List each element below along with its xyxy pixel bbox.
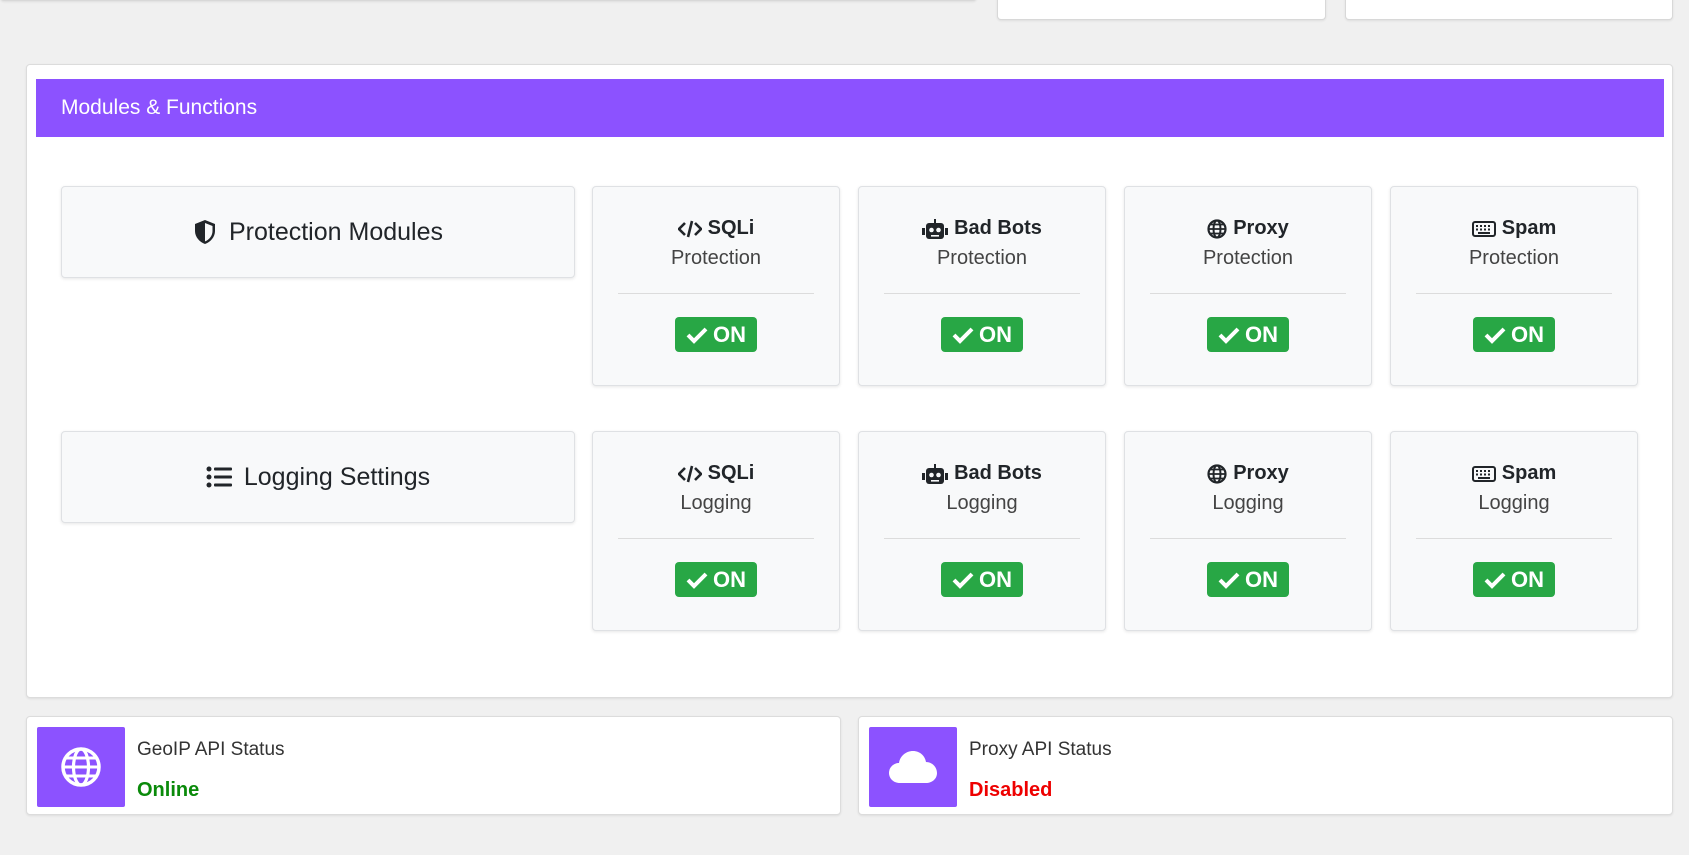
status-badge[interactable]: ON [1207, 317, 1289, 352]
divider [884, 538, 1080, 539]
top-stat-card-partial [1345, 0, 1673, 20]
divider [618, 538, 814, 539]
check-icon [686, 571, 708, 589]
code-icon [677, 220, 702, 238]
divider [1416, 293, 1612, 294]
geoip-api-status-card: GeoIP API Status Online [26, 716, 841, 815]
check-icon [686, 326, 708, 344]
status-text: ON [979, 566, 1012, 592]
module-card-badbots-protection: Bad Bots Protection ON [858, 186, 1106, 386]
robot-icon [922, 463, 949, 484]
status-badge[interactable]: ON [675, 562, 757, 597]
check-icon [952, 571, 974, 589]
module-subtitle: Logging [680, 492, 752, 514]
modules-functions-card: Modules & Functions Protection Modules S… [26, 64, 1673, 698]
divider [884, 293, 1080, 294]
module-title: Proxy [1233, 217, 1289, 239]
module-subtitle: Logging [1212, 492, 1284, 514]
module-card-spam-logging: Spam Logging ON [1390, 431, 1638, 631]
globe-icon [1207, 463, 1227, 484]
modules-header: Modules & Functions [36, 79, 1664, 137]
cloud-icon [869, 727, 957, 807]
status-badge[interactable]: ON [1473, 317, 1555, 352]
status-text: ON [713, 321, 746, 347]
module-title: Spam [1501, 462, 1557, 484]
divider [1150, 293, 1346, 294]
status-text: ON [1245, 321, 1278, 347]
check-icon [1218, 571, 1240, 589]
api-status-text: Online [137, 779, 200, 801]
status-badge[interactable]: ON [941, 562, 1023, 597]
module-subtitle: Protection [1468, 247, 1560, 269]
list-icon [206, 466, 232, 488]
section-title: Protection Modules [228, 217, 443, 246]
divider [1150, 538, 1346, 539]
keyboard-icon [1471, 465, 1496, 482]
module-subtitle: Protection [936, 247, 1028, 269]
status-text: ON [1245, 566, 1278, 592]
module-subtitle: Protection [670, 247, 762, 269]
keyboard-icon [1471, 220, 1496, 237]
module-subtitle: Logging [1478, 492, 1550, 514]
check-icon [1484, 571, 1506, 589]
module-card-badbots-logging: Bad Bots Logging ON [858, 431, 1106, 631]
check-icon [952, 326, 974, 344]
shield-icon [193, 219, 217, 245]
top-stat-card-partial [997, 0, 1326, 20]
api-label: Proxy API Status [969, 739, 1112, 760]
protection-modules-label: Protection Modules [61, 186, 575, 278]
logging-settings-label: Logging Settings [61, 431, 575, 523]
module-title: Proxy [1233, 462, 1289, 484]
divider [618, 293, 814, 294]
check-icon [1218, 326, 1240, 344]
module-subtitle: Protection [1202, 247, 1294, 269]
api-label: GeoIP API Status [137, 739, 285, 760]
module-title: SQLi [707, 462, 755, 484]
robot-icon [922, 218, 949, 239]
code-icon [677, 465, 702, 483]
status-text: ON [713, 566, 746, 592]
module-card-sqli-protection: SQLi Protection ON [592, 186, 840, 386]
module-subtitle: Logging [946, 492, 1018, 514]
module-title: Bad Bots [954, 217, 1042, 239]
status-text: ON [979, 321, 1012, 347]
api-status-text: Disabled [969, 779, 1053, 801]
globe-icon [37, 727, 125, 807]
section-title: Logging Settings [243, 462, 431, 491]
globe-icon [1207, 218, 1227, 239]
module-title: Spam [1501, 217, 1557, 239]
status-text: ON [1511, 321, 1544, 347]
divider [1416, 538, 1612, 539]
module-title: SQLi [707, 217, 755, 239]
proxy-api-status-card: Proxy API Status Disabled [858, 716, 1673, 815]
top-card-partial [0, 0, 977, 1]
check-icon [1484, 326, 1506, 344]
module-card-proxy-logging: Proxy Logging ON [1124, 431, 1372, 631]
module-card-sqli-logging: SQLi Logging ON [592, 431, 840, 631]
module-card-spam-protection: Spam Protection ON [1390, 186, 1638, 386]
status-text: ON [1511, 566, 1544, 592]
module-title: Bad Bots [954, 462, 1042, 484]
status-badge[interactable]: ON [675, 317, 757, 352]
status-badge[interactable]: ON [941, 317, 1023, 352]
module-card-proxy-protection: Proxy Protection ON [1124, 186, 1372, 386]
status-badge[interactable]: ON [1473, 562, 1555, 597]
status-badge[interactable]: ON [1207, 562, 1289, 597]
